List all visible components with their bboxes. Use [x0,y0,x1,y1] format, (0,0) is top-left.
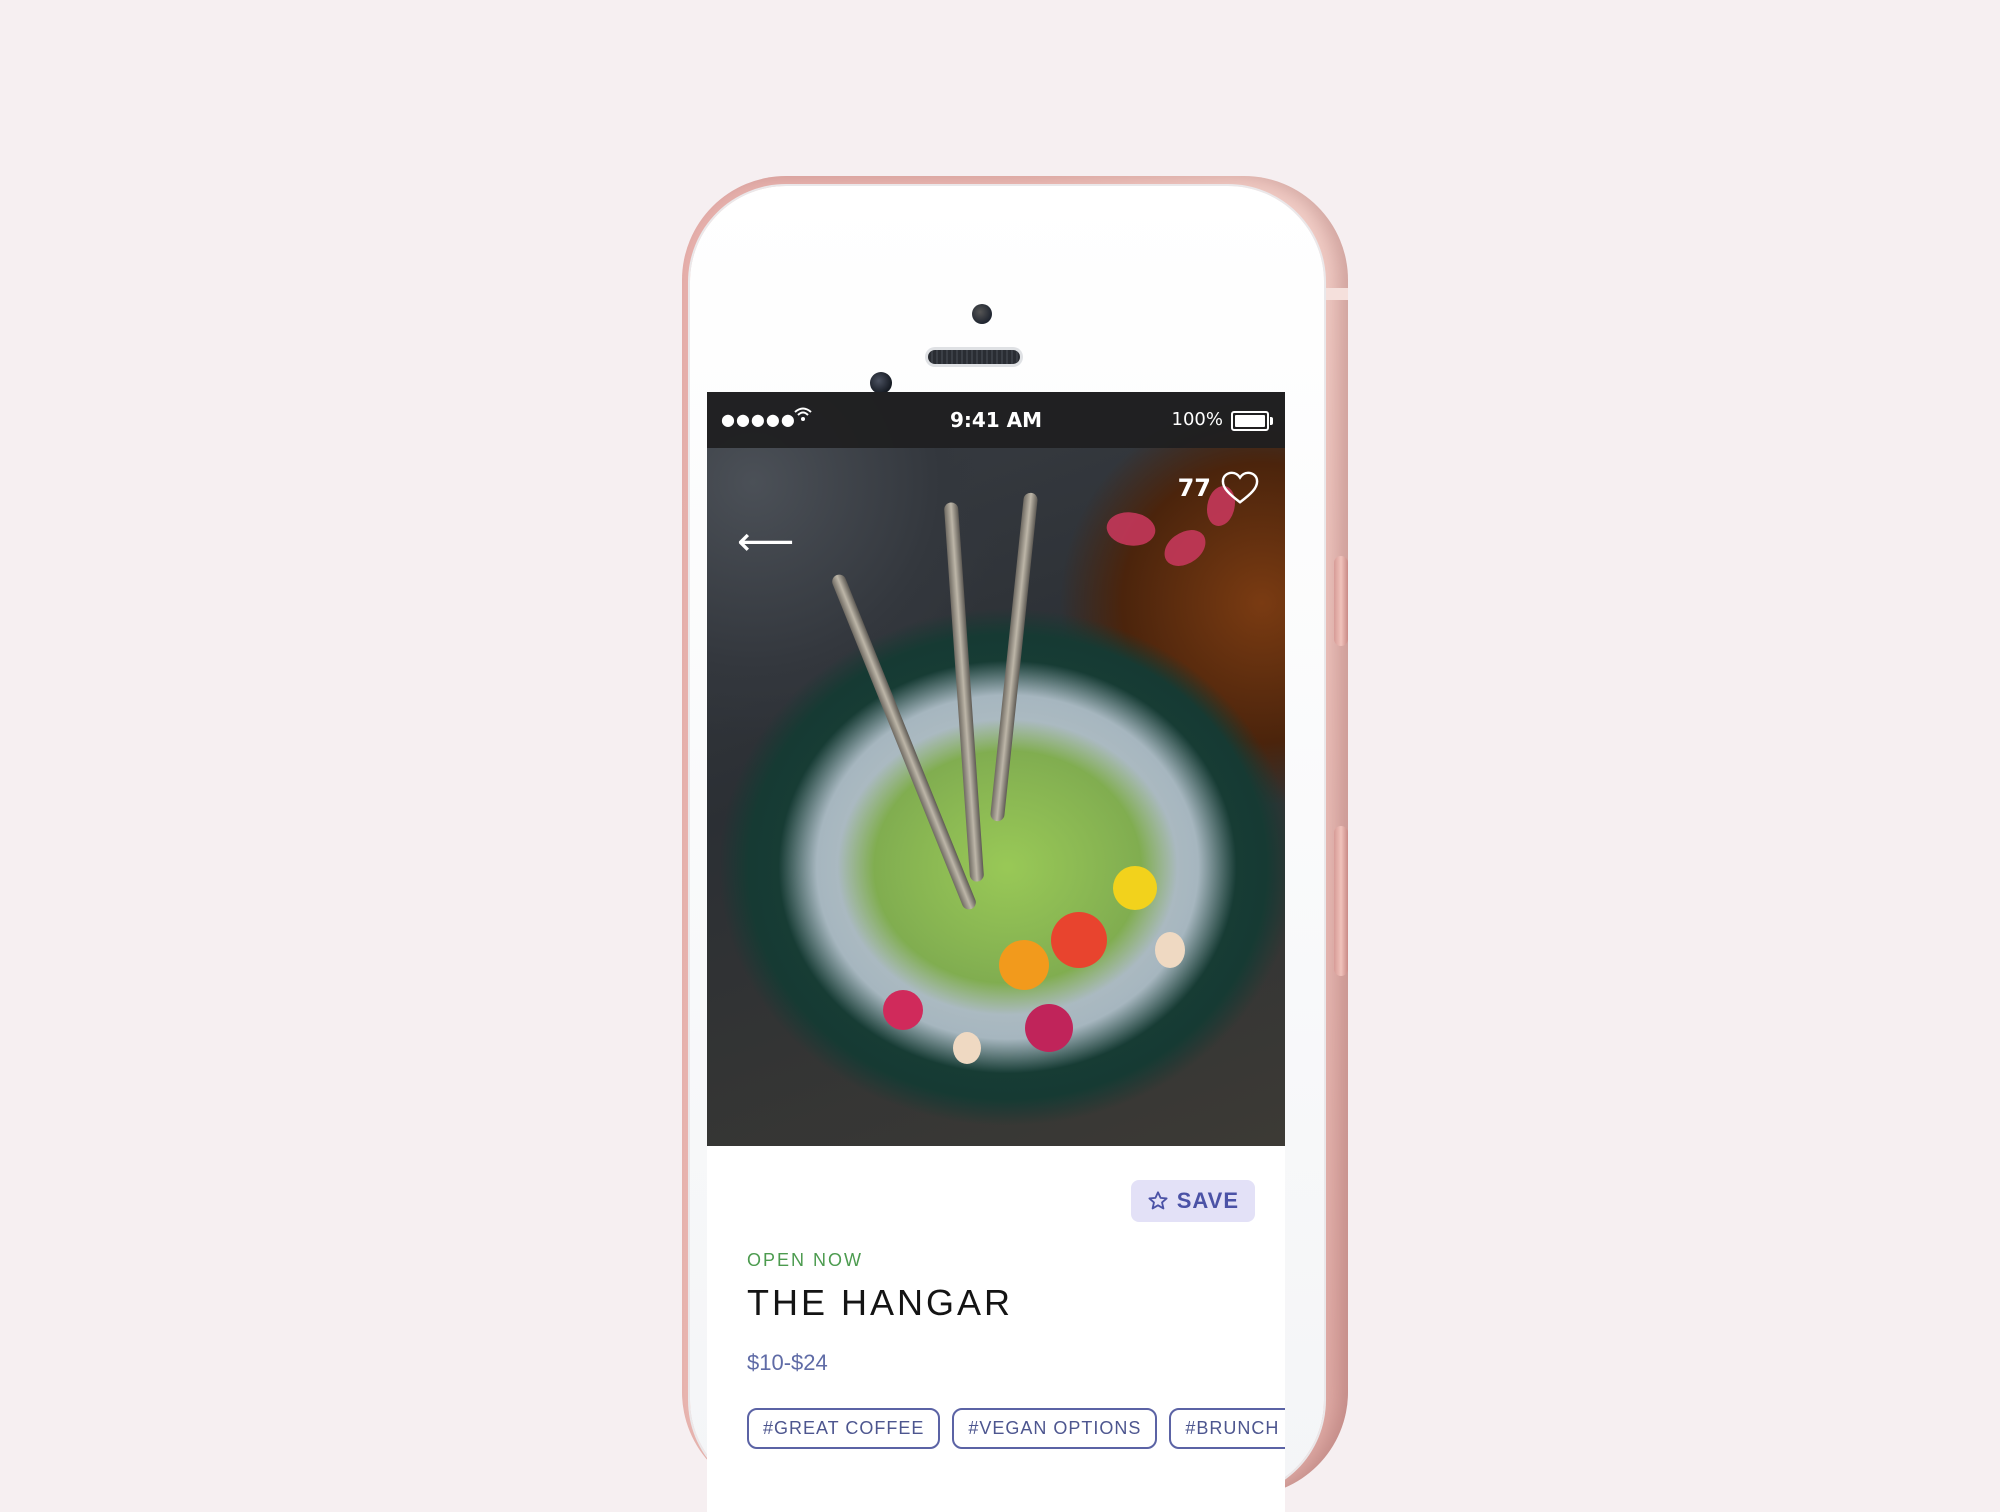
tag-vegan-options[interactable]: #VEGAN OPTIONS [952,1408,1158,1449]
restaurant-card: SAVE OPEN NOW THE HANGAR $10-$24 #GREAT … [707,1146,1285,1512]
tag-great-coffee[interactable]: #GREAT COFFEE [747,1408,941,1449]
heart-icon [1221,471,1259,504]
tag-list: #GREAT COFFEE #VEGAN OPTIONS #BRUNCH [747,1408,1285,1449]
back-button[interactable]: ⟵ [737,522,794,562]
restaurant-name: THE HANGAR [747,1282,1014,1323]
back-arrow-icon: ⟵ [737,519,795,565]
app-screen: ●●●●● 9:41 AM 100% ⟵ 77 SAVE OPEN NOW TH… [707,392,1285,1512]
fork-image [943,501,985,883]
tomato-image [1051,912,1107,968]
battery-level [1235,415,1265,427]
phone-device: ●●●●● 9:41 AM 100% ⟵ 77 SAVE OPEN NOW TH… [682,176,1348,1512]
earpiece-speaker [928,350,1020,364]
power-button [1334,556,1348,646]
tomato-image [999,940,1049,990]
proximity-sensor [870,372,892,394]
phone-face: ●●●●● 9:41 AM 100% ⟵ 77 SAVE OPEN NOW TH… [690,186,1324,1512]
tag-brunch[interactable]: #BRUNCH [1169,1408,1285,1449]
like-button[interactable]: 77 [1178,470,1259,506]
beet-image [1025,1004,1073,1052]
knife-image [989,492,1039,822]
volume-button [1334,826,1348,976]
nut-image [953,1032,981,1064]
open-status: OPEN NOW [747,1250,864,1270]
restaurant-hero-image: ●●●●● 9:41 AM 100% ⟵ 77 [707,392,1285,1146]
beet-image [883,990,923,1030]
battery-icon [1231,411,1273,431]
nut-image [1155,932,1185,968]
rose-petal-image [1102,504,1160,554]
status-bar: ●●●●● 9:41 AM 100% [707,392,1285,448]
star-icon [1148,1191,1168,1210]
battery-percent: 100% [1171,409,1223,430]
save-button[interactable]: SAVE [1130,1180,1255,1222]
likes-count: 77 [1177,474,1211,502]
save-label: SAVE [1176,1188,1239,1213]
front-camera [972,304,992,324]
price-range: $10-$24 [747,1350,828,1375]
rose-petal-image [1158,525,1212,571]
tomato-image [1113,866,1157,910]
